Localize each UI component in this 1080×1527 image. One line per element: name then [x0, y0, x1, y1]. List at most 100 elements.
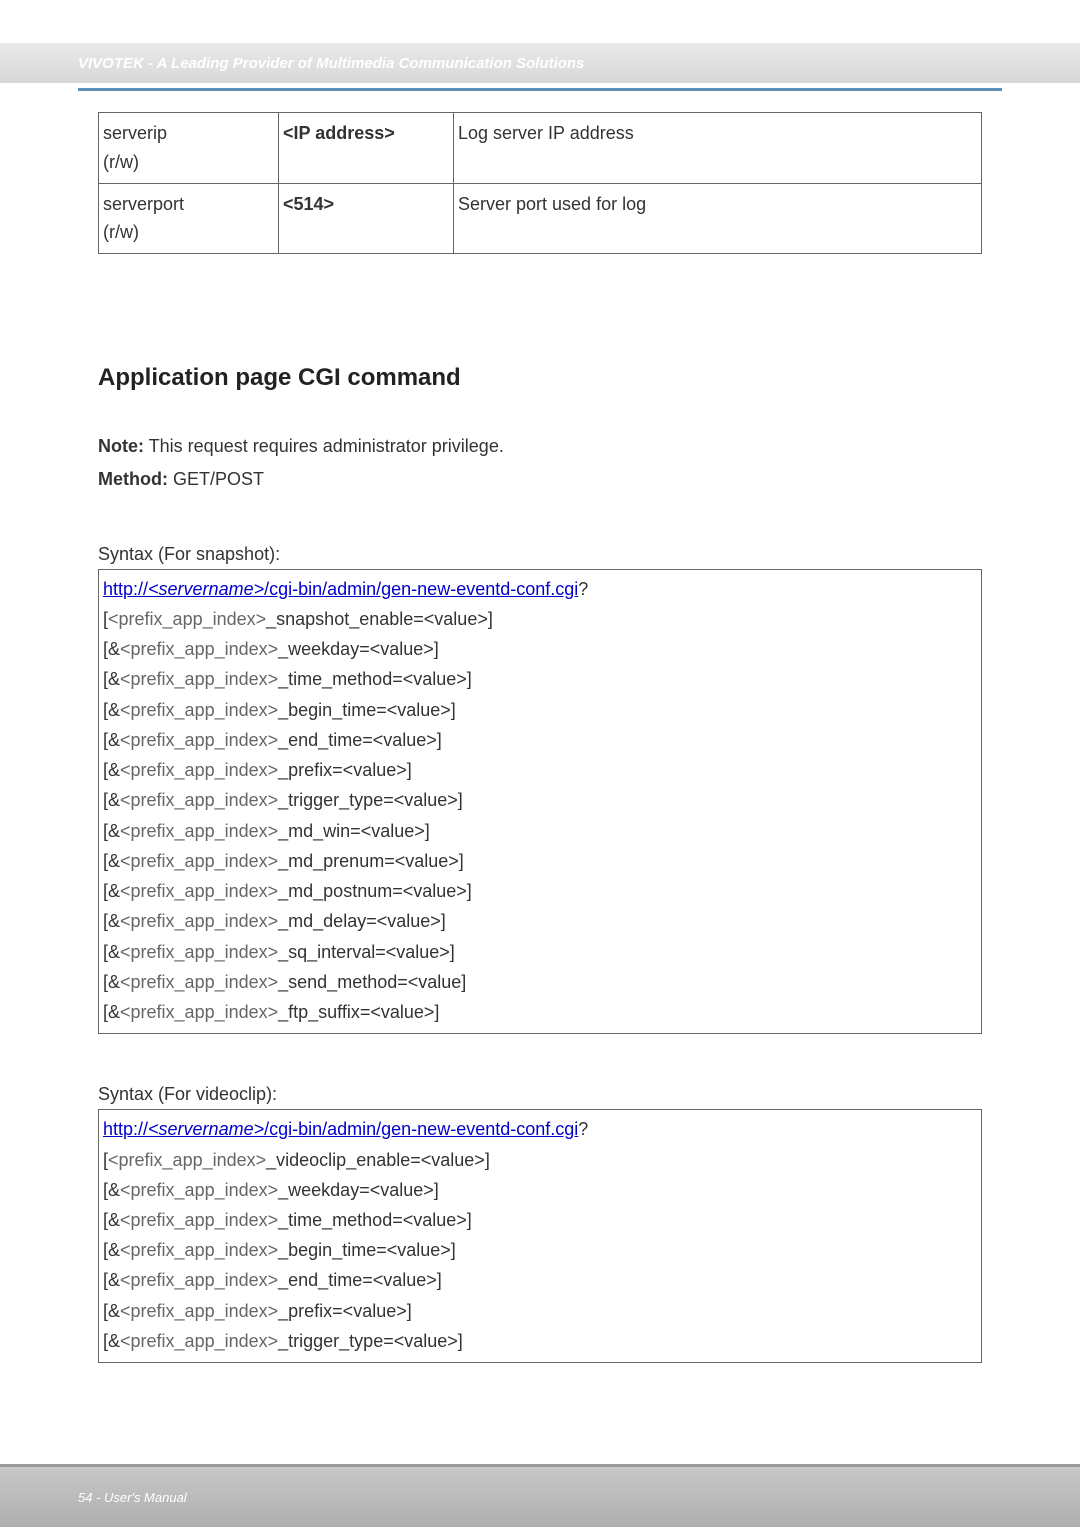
param-suffix: _weekday=<value>] [278, 1180, 439, 1200]
syntax-param-line: [&<prefix_app_index>_time_method=<value>… [103, 664, 977, 694]
method-text: GET/POST [168, 469, 264, 489]
param-suffix: _md_win=<value>] [278, 821, 430, 841]
param-suffix: _ftp_suffix=<value>] [278, 1002, 439, 1022]
syntax-param-line: [&<prefix_app_index>_md_win=<value>] [103, 816, 977, 846]
syntax-param-line: [&<prefix_app_index>_md_delay=<value>] [103, 906, 977, 936]
parameter-table: serverip (r/w) <IP address> Log server I… [98, 112, 982, 254]
syntax-param-line: [&<prefix_app_index>_weekday=<value>] [103, 634, 977, 664]
bracket-prefix: [& [103, 1240, 120, 1260]
table-row: serverip (r/w) <IP address> Log server I… [99, 113, 982, 184]
prefix-app-index-placeholder: <prefix_app_index> [120, 1002, 278, 1022]
syntax-param-line: [&<prefix_app_index>_begin_time=<value>] [103, 695, 977, 725]
syntax-box-snapshot: http://<servername>/cgi-bin/admin/gen-ne… [98, 569, 982, 1035]
prefix-app-index-placeholder: <prefix_app_index> [120, 1240, 278, 1260]
prefix-app-index-placeholder: <prefix_app_index> [120, 881, 278, 901]
param-suffix: _begin_time=<value>] [278, 1240, 456, 1260]
prefix-app-index-placeholder: <prefix_app_index> [120, 851, 278, 871]
bracket-prefix: [& [103, 1270, 120, 1290]
syntax-label: Syntax (For snapshot): [98, 544, 982, 565]
prefix-app-index-placeholder: <prefix_app_index> [108, 609, 266, 629]
bracket-prefix: [& [103, 790, 120, 810]
param-suffix: _prefix=<value>] [278, 1301, 412, 1321]
prefix-app-index-placeholder: <prefix_app_index> [120, 972, 278, 992]
prefix-app-index-placeholder: <prefix_app_index> [120, 1180, 278, 1200]
prefix-app-index-placeholder: <prefix_app_index> [120, 639, 278, 659]
syntax-param-line: [&<prefix_app_index>_md_prenum=<value>] [103, 846, 977, 876]
param-suffix: _md_postnum=<value>] [278, 881, 472, 901]
bracket-prefix: [& [103, 639, 120, 659]
prefix-app-index-placeholder: <prefix_app_index> [120, 942, 278, 962]
bracket-prefix: [& [103, 942, 120, 962]
syntax-box-videoclip: http://<servername>/cgi-bin/admin/gen-ne… [98, 1109, 982, 1363]
syntax-param-line: [&<prefix_app_index>_begin_time=<value>] [103, 1235, 977, 1265]
syntax-url-line: http://<servername>/cgi-bin/admin/gen-ne… [103, 574, 977, 604]
prefix-app-index-placeholder: <prefix_app_index> [120, 700, 278, 720]
prefix-app-index-placeholder: <prefix_app_index> [120, 730, 278, 750]
param-rw: (r/w) [103, 148, 274, 177]
prefix-app-index-placeholder: <prefix_app_index> [120, 1301, 278, 1321]
param-suffix: _send_method=<value] [278, 972, 466, 992]
param-suffix: _begin_time=<value>] [278, 700, 456, 720]
prefix-app-index-placeholder: <prefix_app_index> [120, 1331, 278, 1351]
note-label: Note: [98, 436, 144, 456]
cgi-url-link[interactable]: http://<servername>/cgi-bin/admin/gen-ne… [103, 579, 578, 599]
param-suffix: _end_time=<value>] [278, 1270, 442, 1290]
bracket-prefix: [& [103, 700, 120, 720]
param-value: <514> [283, 194, 334, 214]
method-label: Method: [98, 469, 168, 489]
syntax-param-line: [&<prefix_app_index>_send_method=<value] [103, 967, 977, 997]
param-name: serverport [103, 194, 184, 214]
param-suffix: _snapshot_enable=<value>] [266, 609, 493, 629]
prefix-app-index-placeholder: <prefix_app_index> [108, 1150, 266, 1170]
syntax-param-line: [&<prefix_app_index>_trigger_type=<value… [103, 785, 977, 815]
header-divider [78, 88, 1002, 91]
syntax-url-line: http://<servername>/cgi-bin/admin/gen-ne… [103, 1114, 977, 1144]
bracket-prefix: [& [103, 1301, 120, 1321]
param-suffix: _trigger_type=<value>] [278, 790, 463, 810]
param-suffix: _time_method=<value>] [278, 1210, 472, 1230]
cgi-url-link[interactable]: http://<servername>/cgi-bin/admin/gen-ne… [103, 1119, 578, 1139]
param-desc: Server port used for log [458, 194, 646, 214]
page-content: serverip (r/w) <IP address> Log server I… [98, 112, 982, 1363]
prefix-app-index-placeholder: <prefix_app_index> [120, 790, 278, 810]
param-value: <IP address> [283, 123, 395, 143]
prefix-app-index-placeholder: <prefix_app_index> [120, 1210, 278, 1230]
syntax-param-line: [&<prefix_app_index>_end_time=<value>] [103, 1265, 977, 1295]
param-suffix: _md_delay=<value>] [278, 911, 446, 931]
bracket-prefix: [& [103, 1210, 120, 1230]
bracket-prefix: [& [103, 1002, 120, 1022]
prefix-app-index-placeholder: <prefix_app_index> [120, 1270, 278, 1290]
prefix-app-index-placeholder: <prefix_app_index> [120, 911, 278, 931]
param-suffix: _videoclip_enable=<value>] [266, 1150, 490, 1170]
header-brand: VIVOTEK - A Leading Provider of Multimed… [78, 55, 584, 72]
syntax-param-line: [<prefix_app_index>_videoclip_enable=<va… [103, 1145, 977, 1175]
syntax-param-line: [&<prefix_app_index>_md_postnum=<value>] [103, 876, 977, 906]
url-question-mark: ? [578, 1119, 588, 1139]
param-suffix: _sq_interval=<value>] [278, 942, 455, 962]
syntax-param-line: [&<prefix_app_index>_sq_interval=<value>… [103, 937, 977, 967]
note-text: This request requires administrator priv… [144, 436, 504, 456]
syntax-param-line: [&<prefix_app_index>_time_method=<value>… [103, 1205, 977, 1235]
header-band: VIVOTEK - A Leading Provider of Multimed… [0, 43, 1080, 83]
prefix-app-index-placeholder: <prefix_app_index> [120, 821, 278, 841]
syntax-param-line: [<prefix_app_index>_snapshot_enable=<val… [103, 604, 977, 634]
bracket-prefix: [& [103, 821, 120, 841]
syntax-param-line: [&<prefix_app_index>_trigger_type=<value… [103, 1326, 977, 1356]
table-row: serverport (r/w) <514> Server port used … [99, 183, 982, 254]
bracket-prefix: [& [103, 851, 120, 871]
footer-band: 54 - User's Manual [0, 1467, 1080, 1527]
param-suffix: _time_method=<value>] [278, 669, 472, 689]
param-suffix: _weekday=<value>] [278, 639, 439, 659]
syntax-param-line: [&<prefix_app_index>_weekday=<value>] [103, 1175, 977, 1205]
footer-page-number: 54 - User's Manual [78, 1490, 187, 1505]
param-desc: Log server IP address [458, 123, 634, 143]
bracket-prefix: [& [103, 972, 120, 992]
method-line: Method: GET/POST [98, 465, 982, 494]
bracket-prefix: [& [103, 669, 120, 689]
param-suffix: _trigger_type=<value>] [278, 1331, 463, 1351]
bracket-prefix: [& [103, 1331, 120, 1351]
syntax-param-line: [&<prefix_app_index>_prefix=<value>] [103, 755, 977, 785]
note-line: Note: This request requires administrato… [98, 432, 982, 461]
bracket-prefix: [& [103, 881, 120, 901]
param-rw: (r/w) [103, 218, 274, 247]
